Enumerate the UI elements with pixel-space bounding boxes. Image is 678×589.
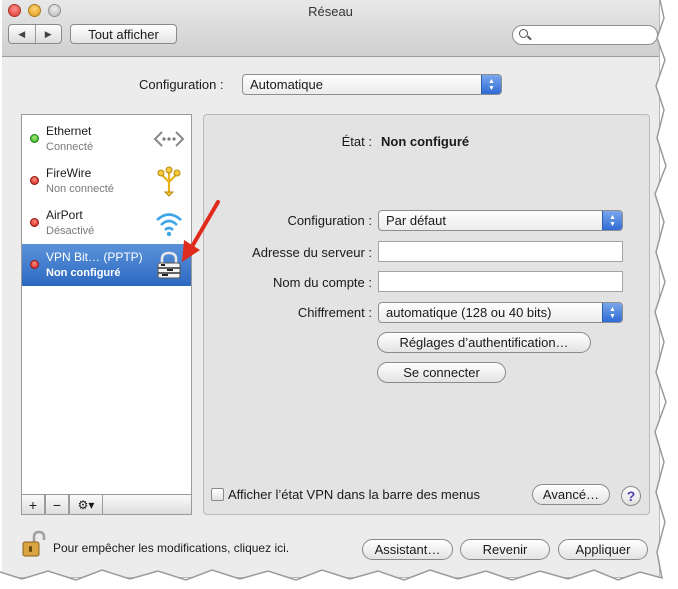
status-dot-icon [30,260,39,269]
service-item-firewire[interactable]: FireWire Non connecté [22,160,191,202]
show-all-button[interactable]: Tout afficher [70,24,177,44]
status-dot-icon [30,218,39,227]
annotation-arrow-icon [182,200,220,262]
popup-arrows-icon: ▲ ▼ [602,211,622,230]
forward-button[interactable]: ▶ [36,25,62,43]
advanced-button[interactable]: Avancé… [532,484,610,505]
service-status: Connecté [46,141,94,153]
service-name: VPN Bit… (PPTP) [46,250,143,264]
state-label: État : [341,134,372,149]
add-service-button[interactable]: + [21,495,45,515]
service-name: FireWire [46,166,92,180]
encryption-value: automatique (128 ou 40 bits) [386,305,552,320]
firewire-icon [157,166,181,197]
service-name: AirPort [46,208,83,222]
apply-button[interactable]: Appliquer [558,539,648,560]
account-name-field[interactable] [378,271,623,292]
lock-icon[interactable] [21,530,47,558]
status-dot-icon [30,176,39,185]
service-list-toolbar: + − ⚙▾ [21,495,192,515]
assistant-button[interactable]: Assistant… [362,539,453,560]
lock-hint-text: Pour empêcher les modifications, cliquez… [53,541,290,555]
popup-arrows-icon: ▲ ▼ [602,303,622,322]
back-button[interactable]: ◀ [9,25,36,43]
service-item-ethernet[interactable]: Ethernet Connecté [22,118,191,160]
ethernet-icon [153,131,185,147]
authentication-settings-button[interactable]: Réglages d’authentification… [377,332,591,353]
service-item-vpn[interactable]: VPN Bit… (PPTP) Non configuré [22,244,191,286]
show-vpn-status-checkbox[interactable] [211,488,224,501]
toolbar-spacer [103,495,192,515]
service-status: Non configuré [46,267,121,279]
server-address-input[interactable] [379,242,622,261]
service-list: Ethernet Connecté FireWire Non connecté … [21,114,192,495]
service-item-airport[interactable]: AirPort Désactivé [22,202,191,244]
search-field[interactable] [512,25,658,45]
remove-service-button[interactable]: − [45,495,69,515]
service-status: Désactivé [46,225,95,237]
revert-button[interactable]: Revenir [460,539,550,560]
server-address-field[interactable] [378,241,623,262]
status-dot-icon [30,134,39,143]
location-popup[interactable]: Automatique ▲ ▼ [242,74,502,95]
title-bar: Réseau ◀ ▶ Tout afficher [2,0,659,57]
help-button[interactable]: ? [621,486,641,506]
service-status: Non connecté [46,183,114,195]
back-forward-control: ◀ ▶ [8,24,62,44]
window-title: Réseau [308,4,353,19]
location-value: Automatique [250,77,323,92]
state-value: Non configuré [381,134,470,149]
network-window: Réseau ◀ ▶ Tout afficher Configuration :… [2,0,660,578]
configuration-label: Configuration : [287,213,372,228]
encryption-label: Chiffrement : [297,305,372,320]
search-icon [519,29,528,38]
show-vpn-status-label: Afficher l’état VPN dans la barre des me… [228,487,480,502]
connect-button[interactable]: Se connecter [377,362,506,383]
encryption-popup[interactable]: automatique (128 ou 40 bits) ▲ ▼ [378,302,623,323]
location-label: Configuration : [139,77,224,92]
configuration-popup[interactable]: Par défaut ▲ ▼ [378,210,623,231]
account-name-label: Nom du compte : [273,275,372,290]
search-input[interactable] [533,27,655,44]
server-address-label: Adresse du serveur : [252,245,372,260]
service-name: Ethernet [46,124,92,138]
configuration-value: Par défaut [386,213,446,228]
gear-menu-button[interactable]: ⚙▾ [69,495,103,515]
account-name-input[interactable] [379,272,622,291]
popup-arrows-icon: ▲ ▼ [481,75,501,94]
